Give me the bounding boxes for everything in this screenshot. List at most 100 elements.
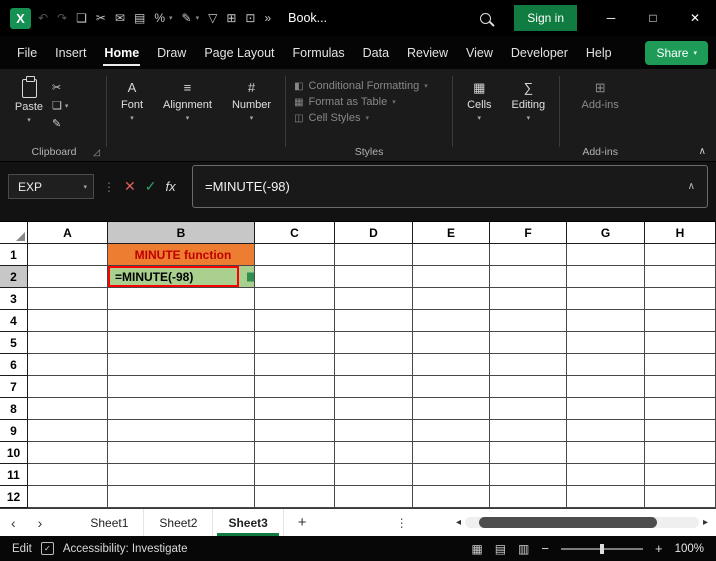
cell-D10[interactable] [335,442,413,464]
menu-tab-review[interactable]: Review [398,37,457,69]
cell-G3[interactable] [567,288,645,310]
chevron-down-icon[interactable]: ▾ [169,14,173,22]
font-button[interactable]: A Font ▾ [111,72,153,161]
cell-D8[interactable] [335,398,413,420]
row-header-1[interactable]: 1 [0,244,28,266]
zoom-out-icon[interactable]: − [541,541,549,556]
cell-B3[interactable] [108,288,255,310]
cell-A6[interactable] [28,354,108,376]
cell-E10[interactable] [413,442,490,464]
cut-button[interactable]: ✂ [52,81,68,94]
menu-tab-file[interactable]: File [8,37,46,69]
cell-B7[interactable] [108,376,255,398]
chevron-down-icon[interactable]: ▾ [83,183,87,191]
menu-tab-data[interactable]: Data [354,37,398,69]
column-header-A[interactable]: A [28,222,108,244]
cell-A9[interactable] [28,420,108,442]
cell-F3[interactable] [490,288,567,310]
copy-icon[interactable]: ❏ [76,11,87,25]
cell-G8[interactable] [567,398,645,420]
cell-E4[interactable] [413,310,490,332]
cell-B9[interactable] [108,420,255,442]
cell-styles-button[interactable]: ◫ Cell Styles ▾ [290,110,448,126]
cell-H7[interactable] [645,376,716,398]
cell-A8[interactable] [28,398,108,420]
cell-D9[interactable] [335,420,413,442]
collapse-ribbon-icon[interactable]: ∧ [699,146,706,157]
menu-tab-formulas[interactable]: Formulas [284,37,354,69]
row-header-12[interactable]: 12 [0,486,28,508]
cell-A7[interactable] [28,376,108,398]
formula-input[interactable]: =MINUTE(-98) ∧ [192,165,708,208]
cell-C3[interactable] [255,288,335,310]
zoom-level[interactable]: 100% [675,543,704,555]
sheet-tab-sheet1[interactable]: Sheet1 [75,509,145,536]
cell-G11[interactable] [567,464,645,486]
cell-G5[interactable] [567,332,645,354]
cell-F10[interactable] [490,442,567,464]
scrollbar-track[interactable] [465,517,699,528]
sign-in-button[interactable]: Sign in [514,5,577,31]
cell-C10[interactable] [255,442,335,464]
menu-tab-home[interactable]: Home [95,37,148,69]
row-header-10[interactable]: 10 [0,442,28,464]
dialog-launcher-icon[interactable]: ◿ [93,147,100,158]
column-header-G[interactable]: G [567,222,645,244]
cell-G4[interactable] [567,310,645,332]
sheet-tab-sheet3[interactable]: Sheet3 [213,509,284,536]
cell-D2[interactable] [335,266,413,288]
column-header-D[interactable]: D [335,222,413,244]
cell-D7[interactable] [335,376,413,398]
cell-H4[interactable] [645,310,716,332]
cell-F2[interactable] [490,266,567,288]
cell-E7[interactable] [413,376,490,398]
cell-G10[interactable] [567,442,645,464]
cell-H2[interactable] [645,266,716,288]
cell-D4[interactable] [335,310,413,332]
tab-splitter-handle[interactable]: ⋮ [396,516,408,530]
cell-C11[interactable] [255,464,335,486]
cell-E2[interactable] [413,266,490,288]
cell-G7[interactable] [567,376,645,398]
search-icon[interactable] [480,12,492,24]
cell-F4[interactable] [490,310,567,332]
cell-C9[interactable] [255,420,335,442]
format-painter-button[interactable]: ✎ [52,117,68,130]
row-header-5[interactable]: 5 [0,332,28,354]
cell-E11[interactable] [413,464,490,486]
cell-E1[interactable] [413,244,490,266]
cell-A12[interactable] [28,486,108,508]
cells-button[interactable]: ▦ Cells ▾ [457,72,501,161]
row-header-11[interactable]: 11 [0,464,28,486]
row-header-6[interactable]: 6 [0,354,28,376]
cell-G6[interactable] [567,354,645,376]
cell-B6[interactable] [108,354,255,376]
redo-icon[interactable]: ↷ [57,11,67,25]
scrollbar-thumb[interactable] [479,517,657,528]
cell-D1[interactable] [335,244,413,266]
menu-tab-draw[interactable]: Draw [148,37,195,69]
cell-E3[interactable] [413,288,490,310]
sheet-tab-sheet2[interactable]: Sheet2 [144,509,214,536]
cell-E12[interactable] [413,486,490,508]
print-icon[interactable]: ▤ [134,11,145,25]
cell-A3[interactable] [28,288,108,310]
row-header-3[interactable]: 3 [0,288,28,310]
insert-function-icon[interactable]: fx [165,179,175,194]
menu-tab-help[interactable]: Help [577,37,621,69]
cell-C12[interactable] [255,486,335,508]
normal-view-icon[interactable]: ▦ [471,542,482,556]
number-button[interactable]: # Number ▾ [222,72,281,161]
more-commands-icon[interactable]: » [264,11,271,25]
fill-handle[interactable] [247,272,254,281]
menu-tab-page-layout[interactable]: Page Layout [195,37,283,69]
editing-button[interactable]: ∑ Editing ▾ [502,72,556,161]
row-header-9[interactable]: 9 [0,420,28,442]
zoom-slider-thumb[interactable] [599,543,604,554]
cell-A5[interactable] [28,332,108,354]
share-button[interactable]: Share ▾ [645,40,708,65]
previous-sheet-icon[interactable]: ‹ [0,515,27,531]
cell-C4[interactable] [255,310,335,332]
cell-H6[interactable] [645,354,716,376]
cell-G12[interactable] [567,486,645,508]
